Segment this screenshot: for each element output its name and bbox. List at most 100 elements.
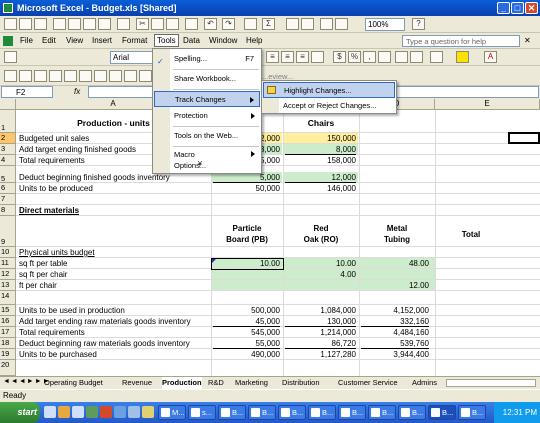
row-header-9[interactable]: 9: [0, 216, 16, 247]
email-icon[interactable]: [68, 18, 81, 30]
review-icon-1[interactable]: [4, 70, 17, 82]
currency-icon[interactable]: $: [333, 51, 346, 63]
row-header-20[interactable]: 20: [0, 360, 16, 376]
permission-icon[interactable]: [53, 18, 66, 30]
cell-b5[interactable]: 5,000: [211, 173, 280, 182]
cell-a6[interactable]: Units to be produced: [19, 184, 93, 193]
menu-item-share-workbook[interactable]: Share Workbook...: [154, 71, 260, 87]
undo-icon[interactable]: ↶: [204, 18, 217, 30]
task-button-3[interactable]: B...: [218, 405, 246, 420]
quicklaunch-icon-7[interactable]: [128, 406, 140, 418]
select-all-corner[interactable]: [0, 99, 16, 110]
cell-d18[interactable]: 539,760: [359, 339, 429, 348]
save-icon[interactable]: [34, 18, 47, 30]
quicklaunch-icon-6[interactable]: [114, 406, 126, 418]
row-header-8[interactable]: 8: [0, 205, 16, 216]
cut-icon[interactable]: ✂: [136, 18, 149, 30]
review-icon-10[interactable]: [139, 70, 152, 82]
cell-a3[interactable]: Add target ending finished goods: [19, 145, 136, 154]
sort-ascending-icon[interactable]: [286, 18, 299, 30]
row-header-1[interactable]: 1: [0, 110, 16, 133]
cell-c1[interactable]: Chairs: [283, 118, 359, 128]
task-button-5[interactable]: B...: [278, 405, 306, 420]
spelling-icon[interactable]: [117, 18, 130, 30]
row-header-5[interactable]: 5: [0, 166, 16, 183]
cell-c9-line1[interactable]: Red: [283, 224, 359, 233]
help-search-input[interactable]: Type a question for help: [402, 35, 520, 47]
review-icon-2[interactable]: [19, 70, 32, 82]
quicklaunch-icon-8[interactable]: [142, 406, 154, 418]
cell-b18[interactable]: 55,000: [211, 339, 280, 348]
task-button-7[interactable]: B...: [338, 405, 366, 420]
row-header-14[interactable]: 14: [0, 291, 16, 305]
close-workbook-icon[interactable]: ✕: [524, 36, 531, 45]
new-icon[interactable]: [4, 18, 17, 30]
comma-icon[interactable]: ,: [363, 51, 376, 63]
tab-customer-service[interactable]: Customer Service: [338, 377, 398, 389]
autosum-icon[interactable]: Σ: [262, 18, 275, 30]
row-header-4[interactable]: 4: [0, 155, 16, 166]
menu-item-spelling[interactable]: ✓ Spelling... F7: [154, 51, 260, 67]
row-header-6[interactable]: 6: [0, 183, 16, 194]
cell-c16[interactable]: 130,000: [283, 317, 356, 326]
cell-d9-line2[interactable]: Tubing: [359, 235, 435, 244]
menu-expand-chevron-icon[interactable]: ¥: [198, 161, 202, 168]
task-button-6[interactable]: B...: [308, 405, 336, 420]
task-button-8[interactable]: B...: [368, 405, 396, 420]
menu-tools[interactable]: Tools: [154, 34, 179, 47]
cell-b11[interactable]: 10.00: [211, 259, 280, 268]
cell-d17[interactable]: 4,484,160: [359, 328, 429, 337]
task-button-11[interactable]: B...: [458, 405, 486, 420]
cell-a17[interactable]: Total requirements: [19, 328, 85, 337]
redo-icon[interactable]: ↷: [222, 18, 235, 30]
cell-b15[interactable]: 500,000: [211, 306, 280, 315]
percent-icon[interactable]: %: [348, 51, 361, 63]
row-header-12[interactable]: 12: [0, 269, 16, 280]
cell-c15[interactable]: 1,084,000: [283, 306, 356, 315]
review-icon-7[interactable]: [94, 70, 107, 82]
increase-decimal-icon[interactable]: [378, 51, 391, 63]
merge-center-icon[interactable]: [311, 51, 324, 63]
cell-a19[interactable]: Units to be purchased: [19, 350, 97, 359]
cell-a13[interactable]: ft per chair: [19, 281, 57, 290]
cell-c9-line2[interactable]: Oak (RO): [283, 235, 359, 244]
menu-view[interactable]: View: [66, 36, 83, 45]
menu-insert[interactable]: Insert: [92, 36, 112, 45]
paste-icon[interactable]: [166, 18, 179, 30]
chart-wizard-icon[interactable]: [320, 18, 333, 30]
cell-a11[interactable]: sq ft per table: [19, 259, 67, 268]
menu-help[interactable]: Help: [246, 36, 262, 45]
cell-a2[interactable]: Budgeted unit sales: [19, 134, 89, 143]
decrease-indent-icon[interactable]: [395, 51, 408, 63]
cell-c6[interactable]: 146,000: [283, 184, 356, 193]
cell-c2[interactable]: 150,000: [283, 134, 356, 143]
tab-revenue[interactable]: Revenue: [122, 377, 152, 389]
maximize-button[interactable]: □: [511, 2, 524, 14]
cell-b9-line2[interactable]: Board (PB): [211, 235, 283, 244]
minimize-button[interactable]: _: [497, 2, 510, 14]
cell-d15[interactable]: 4,152,000: [359, 306, 429, 315]
cell-d13[interactable]: 12.00: [359, 281, 429, 290]
menu-edit[interactable]: Edit: [42, 36, 56, 45]
review-icon-8[interactable]: [109, 70, 122, 82]
align-right-icon[interactable]: ≡: [296, 51, 309, 63]
cell-a5[interactable]: Deduct beginning finished goods inventor…: [19, 173, 170, 182]
menu-window[interactable]: Window: [209, 36, 237, 45]
cell-b17[interactable]: 545,000: [211, 328, 280, 337]
review-icon-3[interactable]: [34, 70, 47, 82]
cell-d11[interactable]: 48.00: [359, 259, 429, 268]
hyperlink-icon[interactable]: [244, 18, 257, 30]
cell-d9-line1[interactable]: Metal: [359, 224, 435, 233]
row-header-11[interactable]: 11: [0, 258, 16, 269]
cell-b19[interactable]: 490,000: [211, 350, 280, 359]
tab-operating-budget[interactable]: Operating Budget: [44, 377, 103, 389]
menu-item-protection[interactable]: Protection: [154, 108, 260, 124]
zoom-combo[interactable]: 100%: [365, 18, 405, 31]
menu-data[interactable]: Data: [183, 36, 200, 45]
print-preview-icon[interactable]: [98, 18, 111, 30]
task-button-2[interactable]: s...: [188, 405, 216, 420]
font-color-icon[interactable]: A: [484, 51, 497, 63]
review-icon-5[interactable]: [64, 70, 77, 82]
row-header-15[interactable]: 15: [0, 305, 16, 316]
row-header-13[interactable]: 13: [0, 280, 16, 291]
